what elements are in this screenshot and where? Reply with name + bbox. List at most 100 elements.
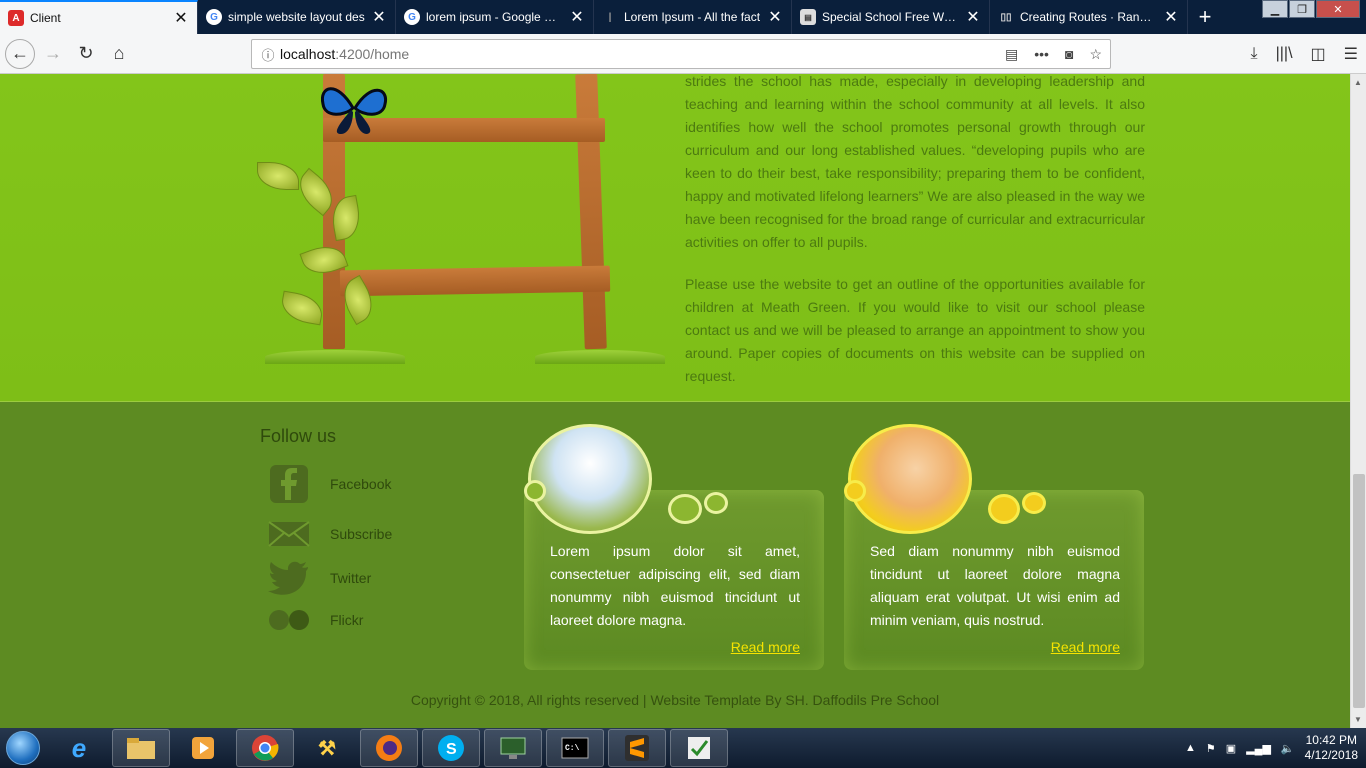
reload-button[interactable]: ↻ xyxy=(71,39,101,69)
bookmark-star-icon[interactable]: ☆ xyxy=(1089,46,1102,63)
sign-post-right xyxy=(575,74,607,350)
angular-icon: A xyxy=(8,10,24,26)
reader-view-icon[interactable]: ▤ xyxy=(1005,46,1018,63)
social-link-flickr[interactable]: Flickr xyxy=(268,600,363,640)
intro-paragraph: strides the school has made, especially … xyxy=(685,74,1145,250)
page-actions-icon[interactable]: ••• xyxy=(1034,46,1049,62)
show-hidden-icons-icon[interactable]: ▲ xyxy=(1185,742,1196,754)
tab-client[interactable]: A Client ✕ xyxy=(0,0,198,34)
tab-label: Creating Routes · Rangle.i xyxy=(1020,10,1157,24)
read-more-link[interactable]: Read more xyxy=(1051,639,1120,655)
forward-button[interactable]: → xyxy=(38,39,68,69)
close-tab-icon[interactable]: ✕ xyxy=(767,7,783,27)
intro-text: strides the school has made, especially … xyxy=(685,74,1145,407)
card-text: Lorem ipsum dolor sit amet, consectetuer… xyxy=(550,543,800,628)
minimize-button[interactable]: ▁ xyxy=(1262,0,1288,18)
template-icon: ▤ xyxy=(800,9,816,25)
task-icon[interactable] xyxy=(670,729,728,767)
grass xyxy=(265,350,405,364)
downloads-icon[interactable]: ⤓ xyxy=(1251,45,1258,63)
wooden-sign-illustration xyxy=(245,74,675,374)
flickr-icon xyxy=(268,600,310,640)
twitter-icon xyxy=(268,558,310,598)
clock[interactable]: 10:42 PM 4/12/2018 xyxy=(1305,733,1358,763)
vertical-scrollbar[interactable]: ▲ ▼ xyxy=(1350,74,1366,728)
svg-text:S: S xyxy=(446,741,457,758)
tab-special-school[interactable]: ▤ Special School Free Websi ✕ xyxy=(792,0,990,34)
copyright-text: Copyright © 2018, All rights reserved | … xyxy=(410,692,940,708)
maximize-button[interactable]: ❐ xyxy=(1289,0,1315,18)
close-tab-icon[interactable]: ✕ xyxy=(1163,7,1179,27)
windows-logo-icon xyxy=(6,731,40,765)
volume-icon[interactable]: 🔈 xyxy=(1281,742,1295,755)
close-tab-icon[interactable]: ✕ xyxy=(965,7,981,27)
envelope-icon xyxy=(268,514,310,554)
close-window-button[interactable]: ✕ xyxy=(1316,0,1360,18)
wifi-signal-icon[interactable]: ▂▄▆ xyxy=(1246,742,1271,755)
library-icon[interactable]: |||\ xyxy=(1276,45,1293,63)
flag-icon[interactable]: ⚑ xyxy=(1206,742,1216,755)
clock-time: 10:42 PM xyxy=(1305,733,1357,747)
social-link-twitter[interactable]: Twitter xyxy=(268,558,371,598)
tab-label: simple website layout des xyxy=(228,10,365,24)
content-section: strides the school has made, especially … xyxy=(0,74,1350,401)
tab-creating-routes[interactable]: ▯▯ Creating Routes · Rangle.i ✕ xyxy=(990,0,1188,34)
google-icon: G xyxy=(206,9,222,25)
news-card: Sed diam nonummy nibh euismod tincidunt … xyxy=(844,424,1144,670)
home-button[interactable]: ⌂ xyxy=(104,39,134,69)
read-more-link[interactable]: Read more xyxy=(731,639,800,655)
social-label: Twitter xyxy=(330,570,372,586)
close-tab-icon[interactable]: ✕ xyxy=(173,8,189,28)
social-label: Facebook xyxy=(330,476,392,492)
decorative-bubble xyxy=(668,494,702,524)
tab-lorem-search[interactable]: G lorem ipsum - Google Sea ✕ xyxy=(396,0,594,34)
follow-us-section: Follow us xyxy=(260,426,336,447)
social-link-subscribe[interactable]: Subscribe xyxy=(268,514,392,554)
scroll-down-arrow-icon[interactable]: ▼ xyxy=(1354,715,1362,724)
social-link-facebook[interactable]: Facebook xyxy=(268,464,391,504)
tab-label: Lorem Ipsum - All the fact xyxy=(624,10,761,24)
new-tab-button[interactable]: + xyxy=(1188,0,1222,34)
media-player-icon[interactable] xyxy=(174,729,232,767)
cmd-icon[interactable]: C:\ xyxy=(546,729,604,767)
start-button[interactable] xyxy=(0,728,46,768)
skype-icon[interactable]: S xyxy=(422,729,480,767)
scroll-up-arrow-icon[interactable]: ▲ xyxy=(1354,78,1362,87)
system-tray: ▲ ⚑ ▣ ▂▄▆ 🔈 10:42 PM 4/12/2018 xyxy=(1185,728,1358,768)
tab-layout-search[interactable]: G simple website layout des ✕ xyxy=(198,0,396,34)
child-running-photo xyxy=(528,424,652,534)
scrollbar-thumb[interactable] xyxy=(1353,474,1365,708)
sidebar-icon[interactable]: ◫ xyxy=(1311,44,1326,64)
baby-photo xyxy=(848,424,972,534)
sublime-icon[interactable] xyxy=(608,729,666,767)
social-label: Flickr xyxy=(330,612,364,628)
google-icon: G xyxy=(404,9,420,25)
chrome-icon[interactable] xyxy=(236,729,294,767)
clock-date: 4/12/2018 xyxy=(1304,748,1358,762)
toolbar-right: ⤓ |||\ ◫ ☰ xyxy=(1251,34,1358,74)
firefox-icon[interactable] xyxy=(360,729,418,767)
leaf xyxy=(257,162,299,190)
decorative-bubble xyxy=(524,480,546,502)
internet-explorer-icon[interactable]: e xyxy=(50,729,108,767)
facebook-icon xyxy=(268,464,310,504)
window-controls: ▁ ❐ ✕ xyxy=(1261,0,1360,18)
windows-taskbar: e ⚒ S C:\ ▲ ⚑ ▣ ▂▄▆ 🔈 10:42 PM 4/12/2018 xyxy=(0,728,1366,768)
decorative-bubble xyxy=(988,494,1020,524)
tab-label: lorem ipsum - Google Sea xyxy=(426,10,563,24)
pocket-icon[interactable]: ◙ xyxy=(1065,46,1073,62)
close-tab-icon[interactable]: ✕ xyxy=(569,7,585,27)
menu-icon[interactable]: ☰ xyxy=(1344,44,1358,64)
grass xyxy=(535,350,665,364)
file-explorer-icon[interactable] xyxy=(112,729,170,767)
tab-lipsum[interactable]: | Lorem Ipsum - All the fact ✕ xyxy=(594,0,792,34)
close-tab-icon[interactable]: ✕ xyxy=(371,7,387,27)
social-label: Subscribe xyxy=(330,526,393,542)
network-icon[interactable] xyxy=(484,729,542,767)
back-button[interactable]: ← xyxy=(5,38,35,69)
book-icon: ▯▯ xyxy=(1000,11,1012,23)
address-bar[interactable]: ⓘ localhost:4200/home ▤ ••• ◙ ☆ xyxy=(251,39,1111,69)
tools-icon[interactable]: ⚒ xyxy=(298,729,356,767)
site-info-icon[interactable]: ⓘ xyxy=(256,45,280,64)
devices-icon[interactable]: ▣ xyxy=(1226,742,1236,755)
